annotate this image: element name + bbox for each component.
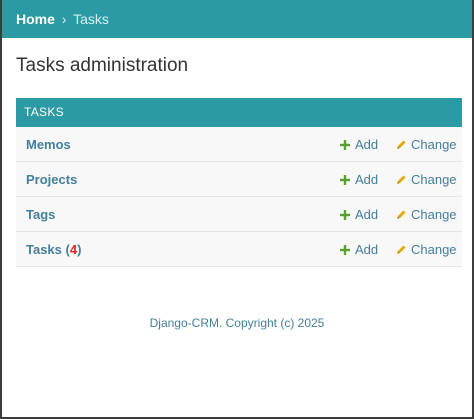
tasks-module: TASKS Memos Add Change Projects Add Chan…: [16, 98, 462, 267]
model-link-projects[interactable]: Projects: [26, 162, 77, 197]
model-link-memos[interactable]: Memos: [26, 127, 71, 162]
plus-icon: [340, 245, 350, 255]
pencil-icon: [397, 210, 406, 219]
pencil-icon: [397, 245, 406, 254]
model-row-memos: Memos Add Change: [16, 127, 462, 162]
breadcrumb-home-link[interactable]: Home: [16, 11, 55, 27]
model-link-tasks[interactable]: Tasks (4): [26, 232, 81, 267]
add-button-tags[interactable]: Add: [340, 197, 378, 232]
plus-icon: [340, 140, 350, 150]
pencil-icon: [397, 175, 406, 184]
tasks-count-badge: 4: [69, 242, 78, 257]
plus-icon: [340, 210, 350, 220]
change-button-tags[interactable]: Change: [396, 197, 457, 232]
add-button-memos[interactable]: Add: [340, 127, 378, 162]
change-button-tasks[interactable]: Change: [396, 232, 457, 267]
breadcrumb-current: Tasks: [73, 11, 109, 27]
footer-copyright: Django-CRM. Copyright (c) 2025: [149, 316, 325, 330]
change-button-projects[interactable]: Change: [396, 162, 457, 197]
model-link-tags[interactable]: Tags: [26, 197, 55, 232]
module-caption-link[interactable]: TASKS: [24, 105, 64, 119]
add-button-projects[interactable]: Add: [340, 162, 378, 197]
model-row-tags: Tags Add Change: [16, 197, 462, 232]
change-button-memos[interactable]: Change: [396, 127, 457, 162]
model-row-tasks: Tasks (4) Add Change: [16, 232, 462, 267]
page-title: Tasks administration: [16, 55, 189, 76]
breadcrumb: Home › Tasks: [2, 0, 472, 38]
plus-icon: [340, 175, 350, 185]
module-caption: TASKS: [16, 98, 462, 127]
pencil-icon: [397, 140, 406, 149]
breadcrumb-separator: ›: [61, 11, 67, 27]
window-border-left: [0, 0, 2, 419]
model-row-projects: Projects Add Change: [16, 162, 462, 197]
add-button-tasks[interactable]: Add: [340, 232, 378, 267]
